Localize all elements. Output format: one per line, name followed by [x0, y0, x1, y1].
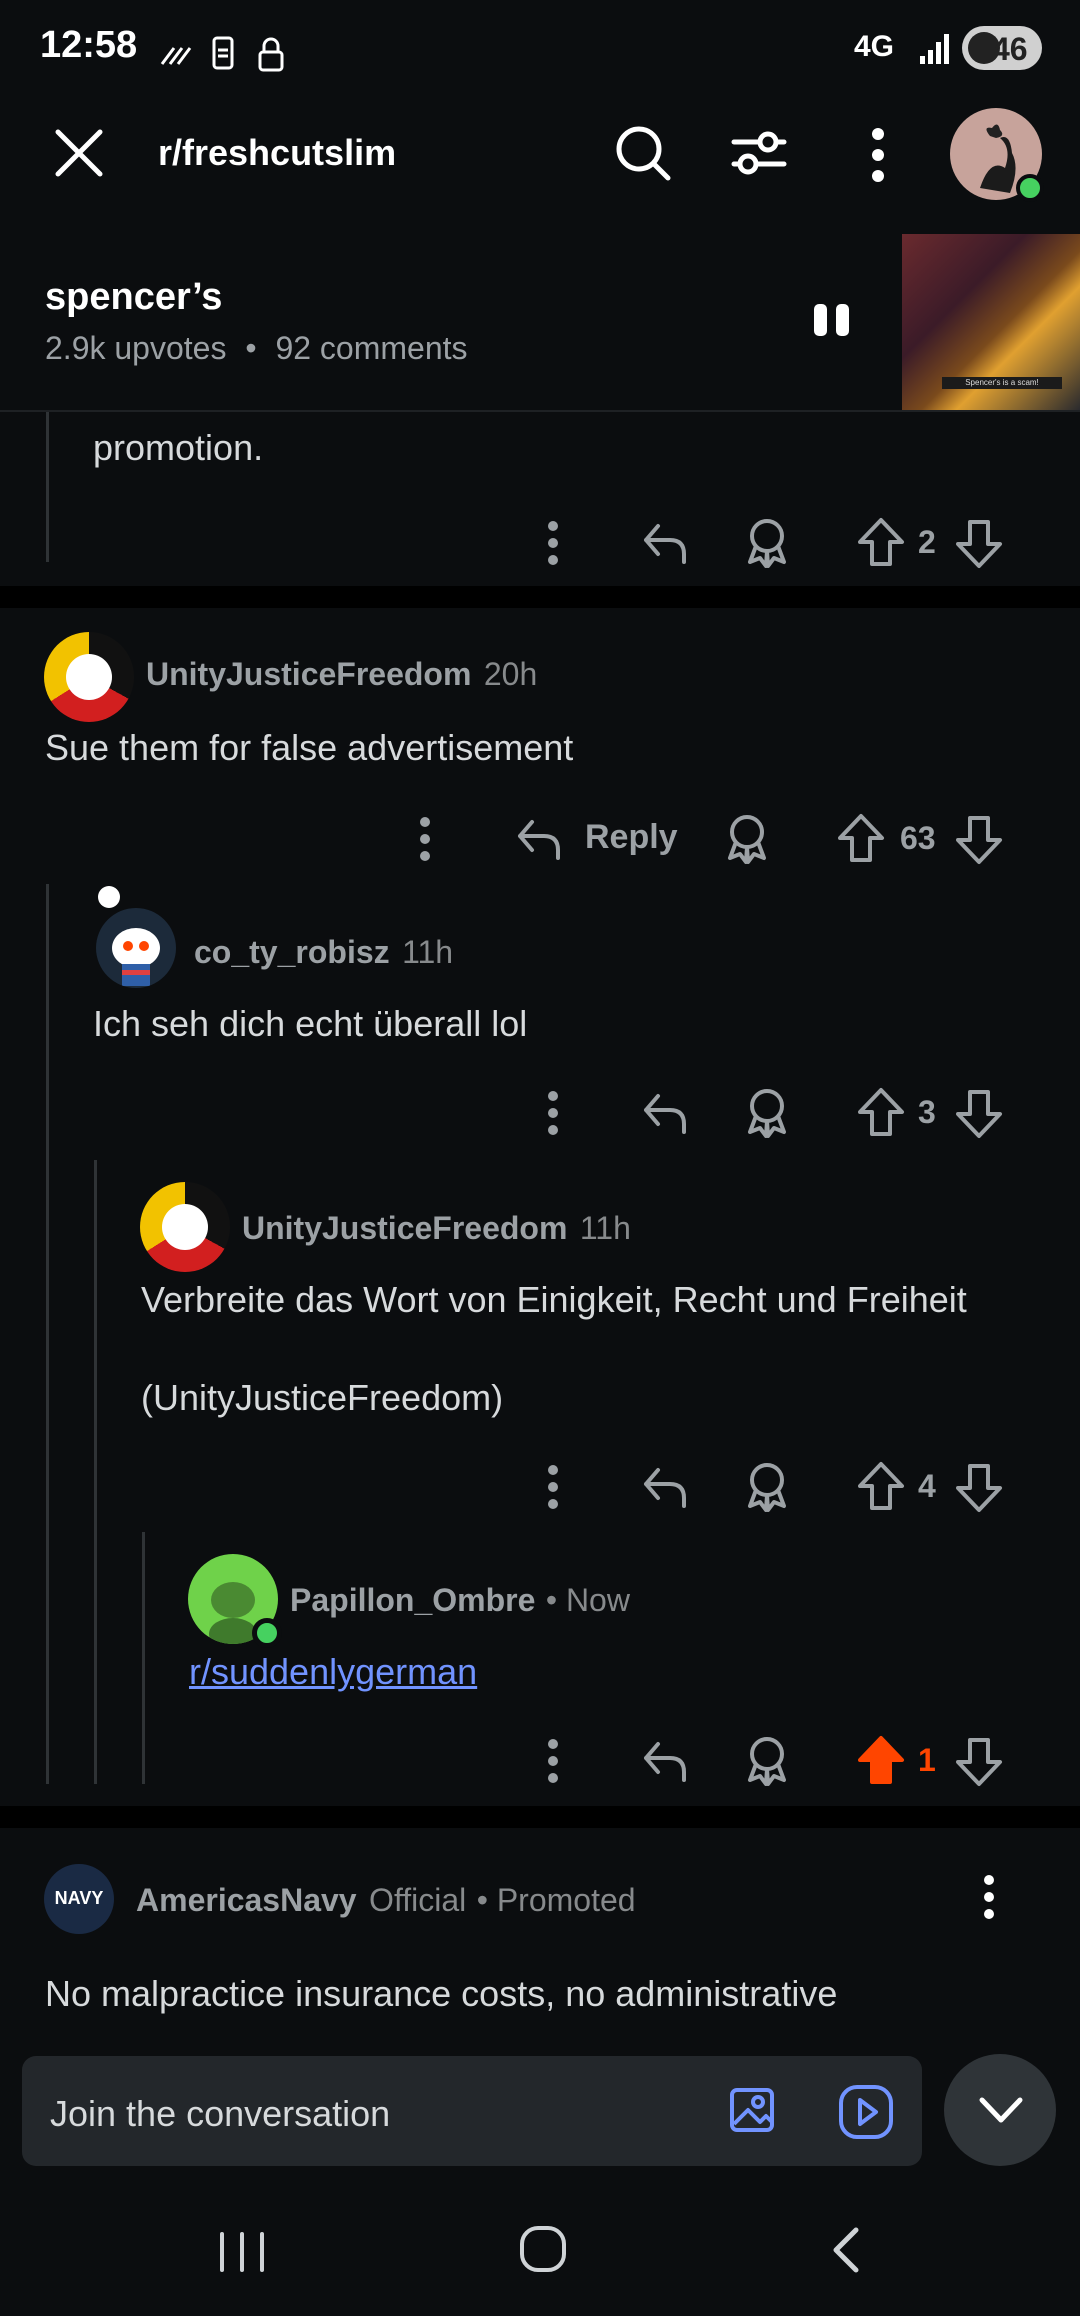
- join-conversation-placeholder: Join the conversation: [50, 2093, 391, 2134]
- downvote-icon[interactable]: [954, 814, 1004, 866]
- vote-count: 63: [900, 820, 936, 856]
- comment-time: 11h: [579, 1210, 631, 1246]
- thumbnail-caption: Spencer's is a scam!: [942, 377, 1062, 389]
- status-time: 12:58: [40, 24, 138, 66]
- advertiser-name[interactable]: AmericasNavy: [136, 1882, 357, 1918]
- vote-count: 3: [918, 1094, 936, 1130]
- user-avatar[interactable]: [44, 632, 134, 722]
- subreddit-name[interactable]: r/freshcutslim: [158, 132, 396, 174]
- advertiser-avatar[interactable]: NAVY: [44, 1864, 114, 1934]
- more-options-icon[interactable]: [410, 814, 440, 864]
- user-avatar[interactable]: [140, 1182, 230, 1272]
- official-badge: Official: [369, 1882, 467, 1918]
- comment-time: 20h: [483, 656, 538, 692]
- close-icon[interactable]: [48, 122, 110, 184]
- online-indicator: [1016, 174, 1044, 202]
- comment-actions: 2: [0, 508, 1080, 578]
- comment-count-label: 92 comments: [275, 330, 468, 366]
- award-icon[interactable]: [742, 1086, 792, 1138]
- reply-button[interactable]: Reply: [585, 818, 678, 857]
- comment-header: Papillon_Ombre • Now: [290, 1582, 630, 1619]
- reply-icon[interactable]: [640, 1462, 690, 1512]
- reply-icon[interactable]: [640, 1736, 690, 1786]
- meta-separator: •: [245, 330, 257, 366]
- pause-icon[interactable]: [812, 300, 852, 340]
- more-options-icon[interactable]: [974, 1872, 1004, 1922]
- online-indicator: [252, 1618, 282, 1648]
- comment-text: Sue them for false advertisement: [45, 727, 574, 768]
- post-title: spencer’s: [45, 276, 223, 318]
- search-icon[interactable]: [612, 122, 674, 184]
- promoted-label: • Promoted: [476, 1882, 636, 1918]
- video-icon[interactable]: [838, 2084, 894, 2140]
- award-icon[interactable]: [722, 812, 772, 864]
- navy-logo-text: NAVY: [54, 1888, 104, 1908]
- upvote-count-label: 2.9k upvotes: [45, 330, 227, 366]
- more-options-icon[interactable]: [538, 1088, 568, 1138]
- battery-level: 46: [992, 31, 1028, 67]
- more-options-icon[interactable]: [538, 518, 568, 568]
- award-icon[interactable]: [742, 516, 792, 568]
- comment-time: 11h: [402, 934, 454, 970]
- downvote-icon[interactable]: [954, 518, 1004, 570]
- home-icon[interactable]: [518, 2222, 570, 2278]
- recent-apps-icon[interactable]: [214, 2228, 270, 2276]
- user-avatar[interactable]: [96, 908, 176, 988]
- back-icon[interactable]: [824, 2224, 868, 2276]
- more-options-icon[interactable]: [538, 1736, 568, 1786]
- vote-count: 1: [918, 1742, 936, 1778]
- comment-divider: [0, 586, 1080, 608]
- comment-text: Verbreite das Wort von Einigkeit, Recht …: [141, 1279, 967, 1320]
- more-options-icon[interactable]: [858, 124, 898, 186]
- promoted-text: No malpractice insurance costs, no admin…: [45, 1973, 838, 2014]
- comment-header: UnityJusticeFreedom 20h: [146, 656, 537, 693]
- signal-icon: [920, 34, 949, 64]
- award-icon[interactable]: [742, 1460, 792, 1512]
- downvote-icon[interactable]: [954, 1736, 1004, 1788]
- reply-icon[interactable]: [514, 814, 564, 864]
- battery-icon: 46: [962, 26, 1042, 70]
- upvote-icon[interactable]: [856, 1460, 906, 1512]
- post-meta: 2.9k upvotes • 92 comments: [45, 330, 468, 367]
- reply-icon[interactable]: [640, 1088, 690, 1138]
- downvote-icon[interactable]: [954, 1088, 1004, 1140]
- comment-text: promotion.: [93, 427, 264, 468]
- vote-count: 2: [918, 524, 936, 560]
- username[interactable]: co_ty_robisz: [194, 934, 390, 970]
- thread-line: [46, 884, 49, 1784]
- award-icon[interactable]: [742, 1734, 792, 1786]
- chevron-down-icon: [979, 2097, 1023, 2123]
- sort-filter-icon[interactable]: [728, 122, 790, 184]
- subreddit-link[interactable]: r/suddenlygerman: [189, 1648, 477, 1696]
- comment-divider: [0, 1806, 1080, 1828]
- status-icons-left: [160, 36, 284, 72]
- username[interactable]: UnityJusticeFreedom: [146, 656, 471, 692]
- promoted-header: AmericasNavy Official • Promoted: [136, 1882, 636, 1919]
- comment-text: Ich seh dich echt überall lol: [93, 1003, 528, 1044]
- vote-count: 4: [918, 1468, 936, 1504]
- comment-time: • Now: [545, 1582, 630, 1618]
- more-options-icon[interactable]: [538, 1462, 568, 1512]
- comment-text: (UnityJusticeFreedom): [141, 1377, 504, 1418]
- avatar-accessory: [98, 886, 120, 908]
- comment-header: UnityJusticeFreedom 11h: [242, 1210, 631, 1247]
- comment-actions: Reply 63: [0, 804, 1080, 874]
- username[interactable]: UnityJusticeFreedom: [242, 1210, 567, 1246]
- upvote-icon[interactable]: [856, 1086, 906, 1138]
- upvote-icon-active[interactable]: [856, 1734, 906, 1786]
- comment-actions: 4: [0, 1452, 1080, 1522]
- upvote-icon[interactable]: [856, 516, 906, 568]
- downvote-icon[interactable]: [954, 1462, 1004, 1514]
- username[interactable]: Papillon_Ombre: [290, 1582, 535, 1618]
- reply-icon[interactable]: [640, 518, 690, 568]
- network-label: 4G: [854, 30, 895, 63]
- comment-header: co_ty_robisz 11h: [194, 934, 453, 971]
- comment-actions: 3: [0, 1078, 1080, 1148]
- upvote-icon[interactable]: [836, 812, 886, 864]
- video-thumbnail[interactable]: Spencer's is a scam!: [902, 234, 1080, 410]
- comment-actions: 1: [0, 1726, 1080, 1796]
- image-icon[interactable]: [728, 2084, 780, 2136]
